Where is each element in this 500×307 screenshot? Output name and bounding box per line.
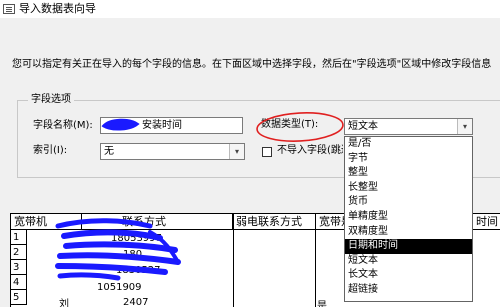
dropdown-option[interactable]: 是/否 [345, 137, 472, 152]
annotation-circle [256, 112, 344, 142]
dropdown-option[interactable]: 长整型 [345, 181, 472, 196]
dropdown-option[interactable]: 字节 [345, 152, 472, 167]
dropdown-option[interactable]: 货币 [345, 195, 472, 210]
dropdown-option[interactable]: 长文本 [345, 268, 472, 283]
data-type-dropdown-list[interactable]: 是/否 字节 整型 长整型 货币 单精度型 双精度型 日期和时间 短文本 长文本 超链接 [344, 136, 473, 302]
dropdown-option[interactable]: 单精度型 [345, 210, 472, 225]
dropdown-option[interactable]: 超链接 [345, 283, 472, 298]
redaction-scribble [55, 118, 181, 281]
dropdown-option[interactable]: 日期和时间 [345, 239, 472, 254]
dropdown-option[interactable]: 双精度型 [345, 225, 472, 240]
dropdown-option[interactable]: 整型 [345, 166, 472, 181]
dropdown-option[interactable]: 短文本 [345, 254, 472, 269]
